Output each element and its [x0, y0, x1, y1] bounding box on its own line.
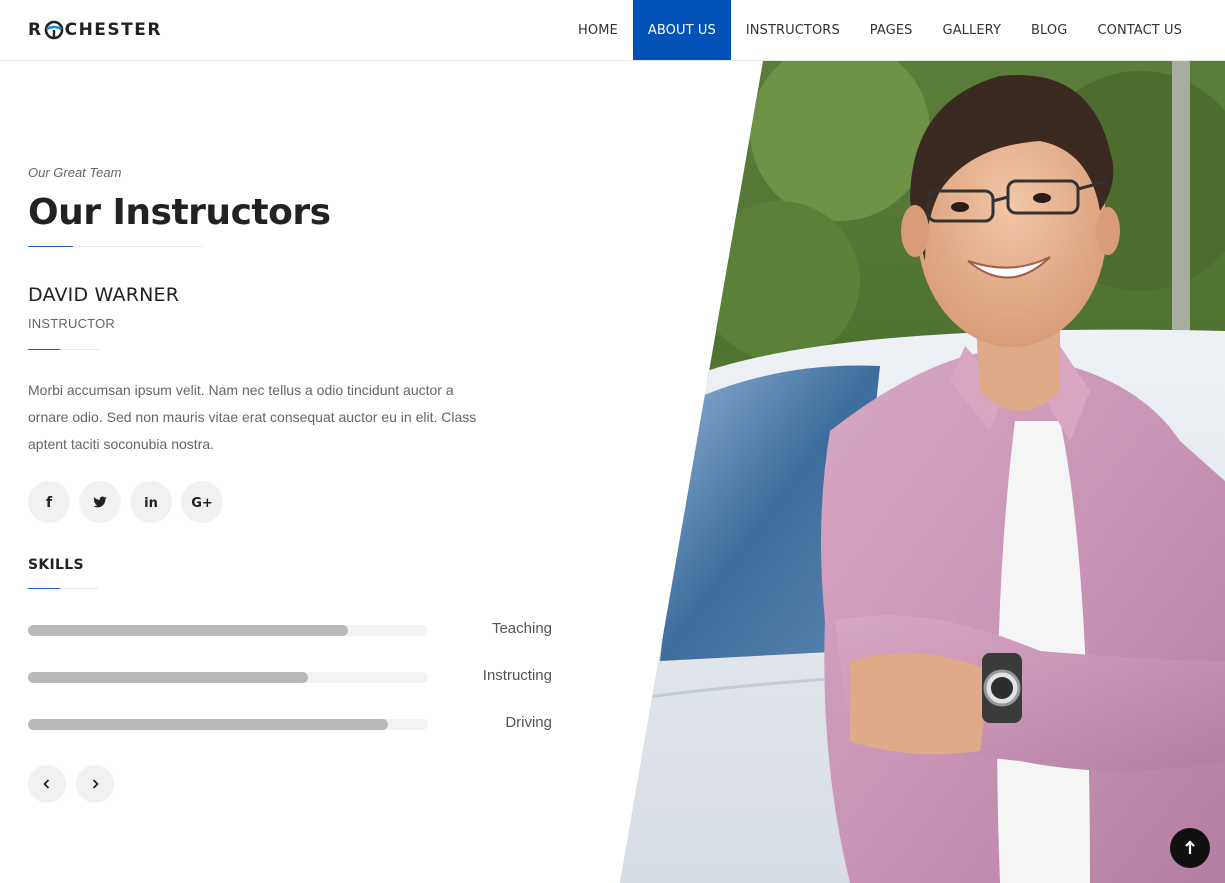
slider-controls [28, 765, 114, 803]
title-divider [28, 246, 203, 247]
skill-row-driving: Driving [28, 714, 552, 734]
skill-bar-track [28, 672, 428, 683]
main-nav: HOME ABOUT US INSTRUCTORS PAGES GALLERY … [563, 0, 1197, 60]
skill-label: Teaching [491, 620, 552, 637]
twitter-icon [93, 496, 107, 508]
skill-bar-fill [28, 719, 388, 730]
social-links: f in G+ [28, 481, 223, 523]
instructor-name: DAVID WARNER [28, 284, 180, 306]
nav-about-us[interactable]: ABOUT US [632, 0, 731, 60]
skills-divider [28, 588, 98, 589]
nav-pages[interactable]: PAGES [855, 0, 928, 60]
steering-wheel-icon [44, 20, 64, 40]
nav-blog[interactable]: BLOG [1016, 0, 1082, 60]
google-plus-icon: G+ [191, 496, 213, 510]
skill-bar-track [28, 719, 428, 730]
nav-gallery[interactable]: GALLERY [928, 0, 1017, 60]
instructor-role: INSTRUCTOR [28, 316, 115, 331]
skill-label: Instructing [482, 667, 552, 684]
nav-contact-us[interactable]: CONTACT US [1082, 0, 1197, 60]
section-eyebrow: Our Great Team [28, 165, 122, 180]
nav-instructors[interactable]: INSTRUCTORS [731, 0, 855, 60]
prev-button[interactable] [28, 765, 66, 803]
google-plus-button[interactable]: G+ [181, 481, 223, 523]
site-header: R CHESTER HOME ABOUT US INSTRUCTORS PAGE… [0, 0, 1225, 61]
facebook-icon: f [46, 495, 53, 510]
linkedin-glyph: in [144, 496, 158, 510]
role-divider-accent [28, 349, 60, 350]
skills-divider-accent [28, 588, 60, 589]
title-divider-accent [28, 246, 73, 247]
instructor-bio: Morbi accumsan ipsum velit. Nam nec tell… [28, 382, 477, 452]
twitter-button[interactable] [79, 481, 121, 523]
logo[interactable]: R CHESTER [28, 19, 162, 41]
facebook-button[interactable]: f [28, 481, 70, 523]
skill-bar-fill [28, 672, 308, 683]
linkedin-icon: in [144, 496, 158, 510]
skill-bar-fill [28, 625, 348, 636]
scroll-to-top-button[interactable] [1170, 828, 1210, 868]
next-button[interactable] [76, 765, 114, 803]
linkedin-button[interactable]: in [130, 481, 172, 523]
role-divider [28, 349, 100, 350]
nav-home[interactable]: HOME [563, 0, 633, 60]
chevron-right-icon [92, 779, 99, 789]
instructor-photo [620, 61, 1225, 883]
skills-title: SKILLS [28, 557, 84, 573]
section-title: Our Instructors [28, 192, 331, 233]
logo-text-left: R [28, 20, 43, 40]
skill-row-teaching: Teaching [28, 620, 552, 640]
arrow-up-icon [1185, 840, 1195, 854]
skill-row-instructing: Instructing [28, 667, 552, 687]
logo-text-right: CHESTER [64, 20, 162, 40]
facebook-glyph: f [46, 495, 53, 510]
skill-bar-track [28, 625, 428, 636]
skill-label: Driving [505, 714, 552, 731]
chevron-left-icon [43, 779, 50, 789]
google-plus-glyph: G+ [191, 496, 213, 510]
